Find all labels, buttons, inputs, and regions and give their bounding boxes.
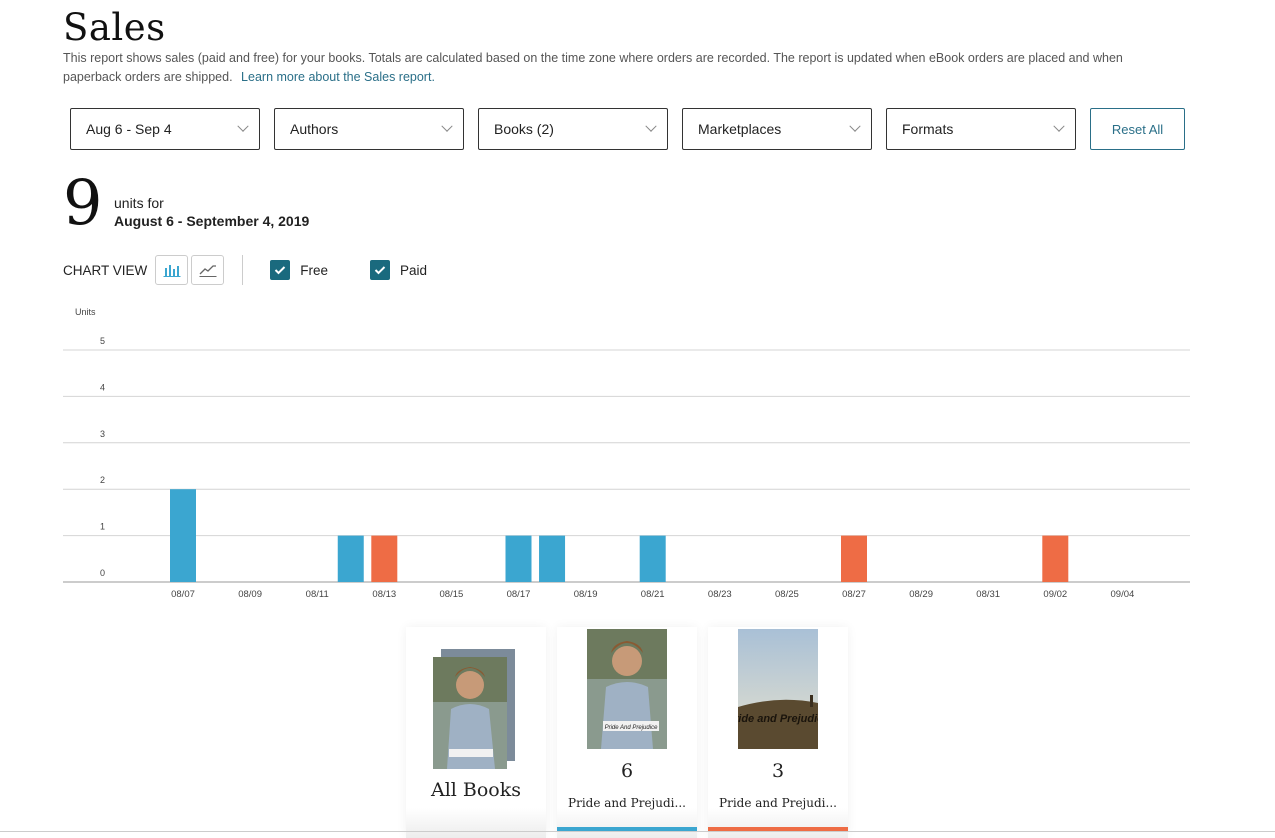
book-card-portrait[interactable]: Pride And Prejudice 6 Pride and Prejudi.… xyxy=(557,627,697,838)
chart-view-label: CHART VIEW xyxy=(63,262,148,278)
x-tick-label: 08/23 xyxy=(708,589,732,600)
chevron-down-icon xyxy=(849,120,861,132)
x-tick-label: 08/31 xyxy=(976,589,1000,600)
x-tick-label: 08/09 xyxy=(238,589,262,600)
all-books-title: All Books xyxy=(430,779,522,801)
description-text: This report shows sales (paid and free) … xyxy=(63,51,1123,84)
card-fade xyxy=(406,808,546,838)
y-tick-label: 3 xyxy=(100,429,105,439)
date-range-dropdown[interactable]: Aug 6 - Sep 4 xyxy=(70,108,260,150)
paid-label: Paid xyxy=(400,262,428,278)
book-stack-icon xyxy=(433,649,515,769)
y-tick-label: 4 xyxy=(100,382,105,392)
books-dropdown[interactable]: Books (2) xyxy=(478,108,668,150)
marketplaces-value: Marketplaces xyxy=(698,121,782,137)
x-tick-label: 08/11 xyxy=(306,589,329,600)
paid-bar-09-02[interactable] xyxy=(1042,535,1069,582)
report-description: This report shows sales (paid and free) … xyxy=(63,49,1163,87)
y-axis-label: Units xyxy=(75,307,96,317)
x-tick-label: 08/19 xyxy=(574,589,598,600)
formats-dropdown[interactable]: Formats xyxy=(886,108,1076,150)
free-bar-08-17[interactable] xyxy=(505,535,532,582)
book-cover-landscape-icon: Pride and Prejudice xyxy=(738,629,818,749)
filter-bar: Aug 6 - Sep 4 Authors Books (2) Marketpl… xyxy=(70,108,1185,150)
x-tick-label: 08/21 xyxy=(641,589,665,600)
checkmark-icon xyxy=(270,260,291,280)
authors-value: Authors xyxy=(290,121,339,137)
free-label: Free xyxy=(300,262,329,278)
y-tick-label: 0 xyxy=(100,568,105,578)
x-tick-label: 09/02 xyxy=(1043,589,1067,600)
free-bar-08-21[interactable] xyxy=(639,535,666,582)
total-units-count: 9 xyxy=(63,166,103,239)
x-tick-label: 08/15 xyxy=(440,589,464,600)
line-chart-icon xyxy=(199,265,217,277)
book-units-count: 3 xyxy=(771,760,785,782)
chevron-down-icon xyxy=(645,120,657,132)
x-tick-label: 08/17 xyxy=(507,589,531,600)
y-tick-label: 2 xyxy=(100,475,105,485)
learn-more-link[interactable]: Learn more about the Sales report. xyxy=(241,70,435,84)
book-cover-portrait-icon: Pride And Prejudice xyxy=(587,629,667,749)
x-tick-label: 08/13 xyxy=(372,589,396,600)
bar-chart-icon xyxy=(163,265,181,277)
paid-checkbox[interactable]: Paid xyxy=(370,260,427,280)
checkmark-icon xyxy=(370,260,391,280)
portrait-cover-text: Pride And Prejudice xyxy=(605,725,658,731)
free-bar-08-12[interactable] xyxy=(337,535,364,582)
divider xyxy=(242,255,244,285)
book-units-count: 6 xyxy=(620,760,634,782)
all-books-card[interactable]: All Books xyxy=(406,627,546,838)
date-range-value: Aug 6 - Sep 4 xyxy=(86,121,172,137)
summary-date-range: August 6 - September 4, 2019 xyxy=(114,213,310,229)
free-checkbox[interactable]: Free xyxy=(270,260,328,280)
authors-dropdown[interactable]: Authors xyxy=(274,108,464,150)
line-chart-view-button[interactable] xyxy=(191,255,225,285)
page-title: Sales xyxy=(63,6,166,49)
units-for-label: units for xyxy=(114,195,164,211)
books-value: Books (2) xyxy=(494,121,554,137)
sales-bar-chart: Units 0 1 2 3 4 5 08/07 08/09 08/11 08/13 08/15 08… xyxy=(63,307,1190,600)
chevron-down-icon xyxy=(441,120,453,132)
x-tick-label: 08/25 xyxy=(775,589,799,600)
formats-value: Formats xyxy=(902,121,954,137)
paid-bar-08-27[interactable] xyxy=(841,535,867,582)
chevron-down-icon xyxy=(1053,120,1065,132)
y-tick-label: 1 xyxy=(100,522,105,532)
x-tick-label: 08/27 xyxy=(842,589,866,600)
bottom-divider xyxy=(0,831,1275,832)
chart-view-controls: CHART VIEW Free Paid xyxy=(63,254,469,286)
x-tick-label: 09/04 xyxy=(1111,589,1135,600)
card-fade xyxy=(557,808,697,838)
free-bar-08-07[interactable] xyxy=(170,489,196,582)
marketplaces-dropdown[interactable]: Marketplaces xyxy=(682,108,872,150)
book-card-landscape[interactable]: Pride and Prejudice 3 Pride and Prejudi.… xyxy=(708,627,848,838)
y-tick-label: 5 xyxy=(100,336,105,346)
x-tick-label: 08/29 xyxy=(909,589,933,600)
paid-bar-08-13[interactable] xyxy=(371,535,398,582)
card-fade xyxy=(708,808,848,838)
book-cards: All Books Pride And Prejudice 6 Pride an… xyxy=(0,627,1275,838)
x-tick-label: 08/07 xyxy=(171,589,195,600)
chevron-down-icon xyxy=(237,120,249,132)
bar-chart-view-button[interactable] xyxy=(155,255,189,285)
landscape-cover-text: Pride and Prejudice xyxy=(738,713,818,725)
reset-all-button[interactable]: Reset All xyxy=(1090,108,1185,150)
free-bar-08-18[interactable] xyxy=(539,535,566,582)
